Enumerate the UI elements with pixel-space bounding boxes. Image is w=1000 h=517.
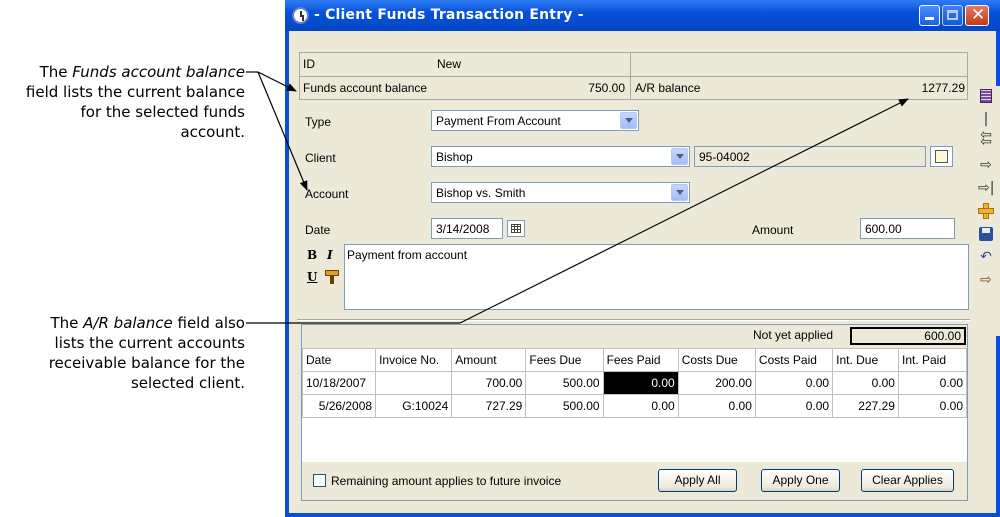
- callout-lines: [246, 71, 909, 324]
- leader-arrow: [257, 71, 297, 92]
- leader-arrow: [459, 98, 909, 324]
- leader-arrow: [257, 71, 308, 191]
